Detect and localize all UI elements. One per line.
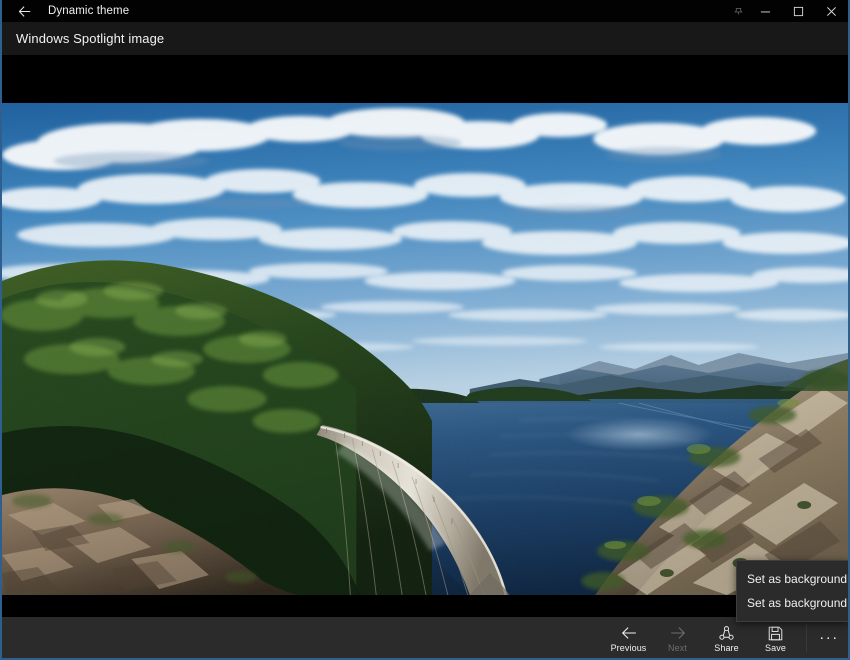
window-title: Dynamic theme: [48, 5, 129, 17]
more-options-button[interactable]: ···: [810, 617, 848, 658]
app-window: Dynamic theme: [0, 0, 850, 660]
save-floppy-icon: [767, 624, 784, 642]
share-button[interactable]: Share: [702, 617, 751, 658]
previous-button-label: Previous: [611, 643, 647, 653]
caption-button-group: [727, 0, 848, 22]
save-button-label: Save: [765, 643, 786, 653]
previous-button[interactable]: Previous: [604, 617, 653, 658]
subheader-bar: Windows Spotlight image: [2, 22, 848, 55]
title-bar: Dynamic theme: [2, 0, 848, 22]
close-button[interactable]: [815, 0, 848, 22]
menu-item-set-as-background-2[interactable]: Set as background: [737, 591, 849, 615]
pin-icon[interactable]: [727, 0, 749, 22]
next-button[interactable]: Next: [653, 617, 702, 658]
more-options-label: ···: [819, 629, 839, 646]
context-menu[interactable]: Set as background Set as background: [736, 560, 850, 622]
command-bar-separator: [806, 623, 807, 652]
share-button-label: Share: [714, 643, 739, 653]
arrow-left-icon: [620, 624, 638, 642]
back-button[interactable]: [2, 0, 46, 22]
arrow-right-icon: [669, 624, 687, 642]
maximize-button[interactable]: [782, 0, 815, 22]
bottom-letterbox: [2, 595, 848, 617]
spotlight-photo[interactable]: [2, 103, 848, 595]
command-bar: Previous Next Share: [2, 617, 848, 658]
save-button[interactable]: Save: [751, 617, 800, 658]
minimize-button[interactable]: [749, 0, 782, 22]
next-button-label: Next: [668, 643, 687, 653]
share-icon: [718, 624, 735, 642]
menu-item-set-as-background-1[interactable]: Set as background: [737, 567, 849, 591]
spotlight-image-label: Windows Spotlight image: [16, 31, 164, 46]
top-letterbox: [2, 55, 848, 103]
